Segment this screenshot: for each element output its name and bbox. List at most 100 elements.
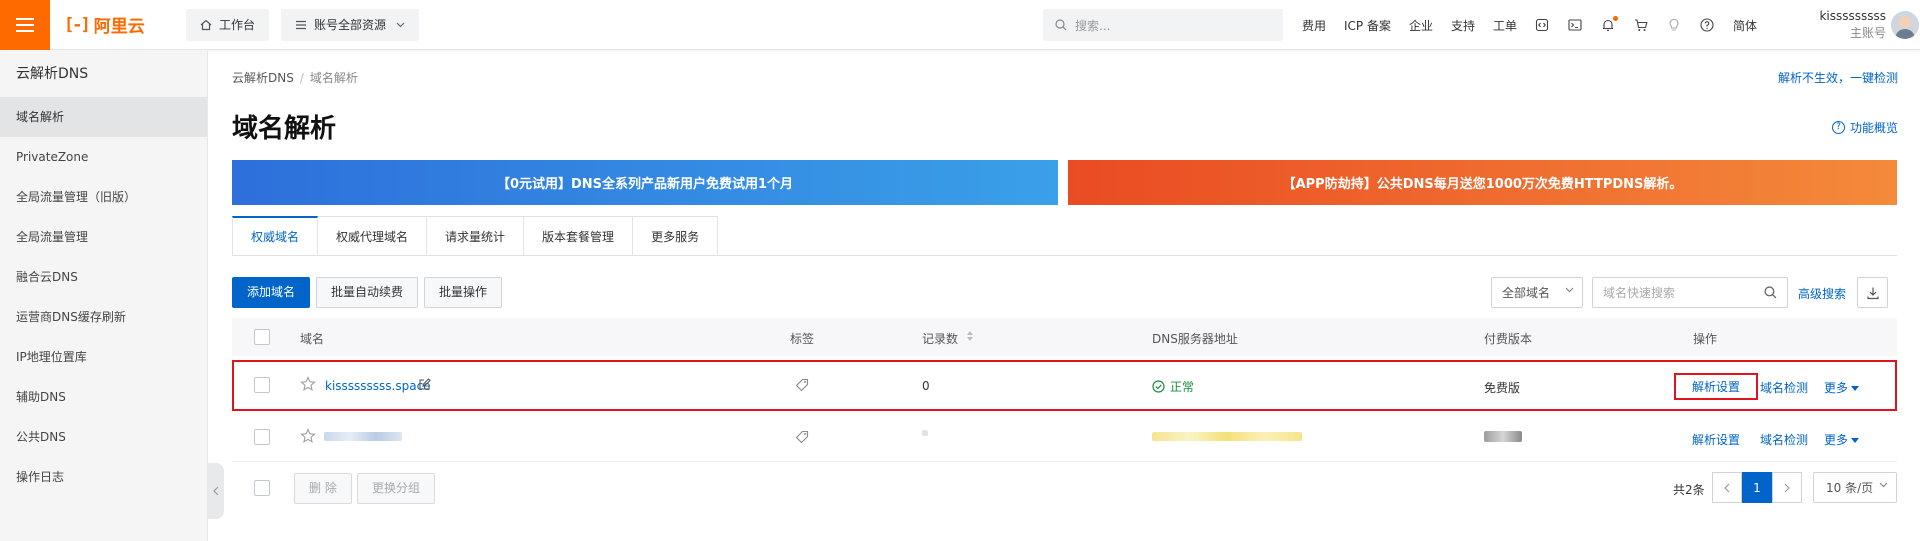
promo-banner-trial[interactable]: 【0元试用】DNS全系列产品新用户免费试用1个月: [232, 160, 1058, 205]
resolution-settings-link[interactable]: 解析设置: [1692, 431, 1740, 448]
ticket-link[interactable]: 工单: [1493, 17, 1517, 34]
dns-check-link[interactable]: 解析不生效，一键检测: [1778, 69, 1898, 86]
sidebar-item-gtm-legacy[interactable]: 全局流量管理（旧版）: [0, 177, 207, 217]
prev-page-button[interactable]: [1712, 472, 1742, 503]
row-checkbox[interactable]: [254, 377, 270, 393]
star-icon[interactable]: [300, 428, 316, 444]
obscured-domain[interactable]: [324, 432, 402, 441]
aliyun-logo[interactable]: [-] 阿里云: [64, 12, 174, 38]
sidebar-item-domain-resolution[interactable]: 域名解析: [0, 97, 207, 137]
sidebar: 云解析DNS 域名解析 PrivateZone 全局流量管理（旧版） 全局流量管…: [0, 51, 208, 541]
cart-icon[interactable]: [1634, 18, 1648, 32]
tab-plan-management[interactable]: 版本套餐管理: [524, 216, 634, 256]
domain-name-link[interactable]: kisssssssss.space: [325, 379, 431, 393]
batch-auto-renew-button[interactable]: 批量自动续费: [316, 277, 419, 308]
global-search-input[interactable]: 搜索...: [1043, 9, 1283, 41]
user-menu[interactable]: kisssssssss 主账号: [1796, 8, 1886, 42]
domain-check-link[interactable]: 域名检测: [1760, 431, 1808, 448]
feature-overview-link[interactable]: ? 功能概览: [1831, 119, 1898, 136]
column-tags: 标签: [790, 332, 815, 346]
resolution-settings-link[interactable]: 解析设置: [1673, 373, 1759, 400]
chevron-down-icon: [1565, 287, 1574, 293]
language-switch[interactable]: 简体: [1733, 17, 1757, 34]
chevron-down-icon: [1879, 482, 1888, 488]
table-header: 域名 标签 记录数 DNS服务器地址 付费版本 操作: [232, 318, 1897, 356]
table-row: kisssssssss.space 0 正常 免费版 解析设置 域名检测 更多: [232, 360, 1897, 411]
workbench-button[interactable]: 工作台: [186, 8, 270, 41]
lightbulb-icon[interactable]: [1667, 18, 1681, 32]
list-icon: [295, 19, 307, 31]
footer-select-all-checkbox[interactable]: [254, 480, 270, 496]
page-1-button[interactable]: 1: [1742, 472, 1772, 503]
delete-button[interactable]: 删 除: [294, 473, 352, 504]
caret-down-icon: [1851, 438, 1860, 443]
advanced-search-link[interactable]: 高级搜索: [1798, 285, 1846, 302]
obscured-plan: [1484, 431, 1522, 442]
domain-check-link[interactable]: 域名检测: [1760, 379, 1808, 396]
workbench-label: 工作台: [219, 18, 256, 32]
domain-scope-select[interactable]: 全部域名: [1491, 277, 1583, 308]
sidebar-title: 云解析DNS: [16, 66, 89, 82]
breadcrumb: 云解析DNS / 域名解析: [232, 69, 358, 86]
tab-more-services[interactable]: 更多服务: [633, 216, 719, 256]
batch-operation-button[interactable]: 批量操作: [424, 277, 503, 308]
sidebar-item-operation-log[interactable]: 操作日志: [0, 457, 207, 497]
bell-icon[interactable]: [1601, 16, 1619, 32]
chevron-down-icon: [396, 22, 405, 28]
sidebar-item-secondary-dns[interactable]: 辅助DNS: [0, 377, 207, 417]
sidebar-item-ip-geo[interactable]: IP地理位置库: [0, 337, 207, 377]
star-icon[interactable]: [300, 376, 316, 392]
add-domain-button[interactable]: 添加域名: [232, 277, 311, 308]
resource-scope-label: 账号全部资源: [314, 18, 387, 32]
avatar[interactable]: [1891, 11, 1919, 39]
help-icon[interactable]: [1700, 18, 1714, 32]
icp-link[interactable]: ICP 备案: [1344, 17, 1391, 34]
breadcrumb-current: 域名解析: [309, 71, 358, 85]
column-plan: 付费版本: [1484, 332, 1533, 346]
more-actions-label: 更多: [1824, 381, 1849, 395]
change-group-button[interactable]: 更换分组: [357, 473, 436, 504]
sidebar-item-public-dns[interactable]: 公共DNS: [0, 417, 207, 457]
domain-search-placeholder: 域名快速搜索: [1603, 286, 1676, 300]
row-checkbox[interactable]: [254, 429, 270, 445]
tab-authoritative-domains[interactable]: 权威域名: [232, 216, 319, 256]
account-role: 主账号: [1849, 26, 1886, 40]
column-domain: 域名: [300, 332, 325, 346]
breadcrumb-separator: /: [299, 71, 304, 85]
dns-status-label: 正常: [1170, 380, 1195, 394]
tab-proxy-domains[interactable]: 权威代理域名: [318, 216, 428, 256]
breadcrumb-dns[interactable]: 云解析DNS: [232, 71, 294, 85]
select-all-checkbox[interactable]: [254, 329, 270, 345]
obscured-record-count: [922, 430, 928, 436]
search-icon: [1055, 19, 1067, 31]
more-actions-dropdown[interactable]: 更多: [1824, 431, 1860, 448]
page-size-select[interactable]: 10 条/页: [1813, 472, 1897, 503]
sidebar-item-hybrid-dns[interactable]: 融合云DNS: [0, 257, 207, 297]
next-page-button[interactable]: [1772, 472, 1802, 503]
sidebar-item-gtm[interactable]: 全局流量管理: [0, 217, 207, 257]
more-actions-dropdown[interactable]: 更多: [1824, 379, 1860, 396]
terminal-icon[interactable]: [1568, 18, 1582, 32]
enterprise-link[interactable]: 企业: [1409, 17, 1433, 34]
edit-icon[interactable]: [418, 378, 431, 391]
search-icon[interactable]: [1764, 286, 1777, 299]
tag-icon[interactable]: [795, 430, 809, 444]
support-link[interactable]: 支持: [1451, 17, 1475, 34]
notification-dot: [1613, 16, 1619, 21]
check-circle-icon: [1152, 380, 1165, 393]
chevron-left-icon: [1724, 483, 1730, 492]
promo-banner-httpdns[interactable]: 【APP防劫持】公共DNS每月送您1000万次免费HTTPDNS解析。: [1068, 160, 1897, 205]
sidebar-collapse-handle[interactable]: [208, 463, 224, 519]
download-icon[interactable]: [1857, 277, 1888, 308]
tab-request-stats[interactable]: 请求量统计: [427, 216, 525, 256]
sort-icon[interactable]: [966, 330, 974, 342]
code-icon[interactable]: [1535, 18, 1549, 32]
menu-icon[interactable]: [0, 0, 50, 50]
tag-icon[interactable]: [795, 378, 809, 392]
billing-link[interactable]: 费用: [1302, 17, 1326, 34]
sidebar-item-privatezone[interactable]: PrivateZone: [0, 137, 207, 177]
resource-scope-dropdown[interactable]: 账号全部资源: [281, 8, 420, 41]
sidebar-item-isp-cache-refresh[interactable]: 运营商DNS缓存刷新: [0, 297, 207, 337]
domain-search-input[interactable]: 域名快速搜索: [1592, 277, 1788, 308]
feature-overview-label: 功能概览: [1849, 121, 1898, 135]
